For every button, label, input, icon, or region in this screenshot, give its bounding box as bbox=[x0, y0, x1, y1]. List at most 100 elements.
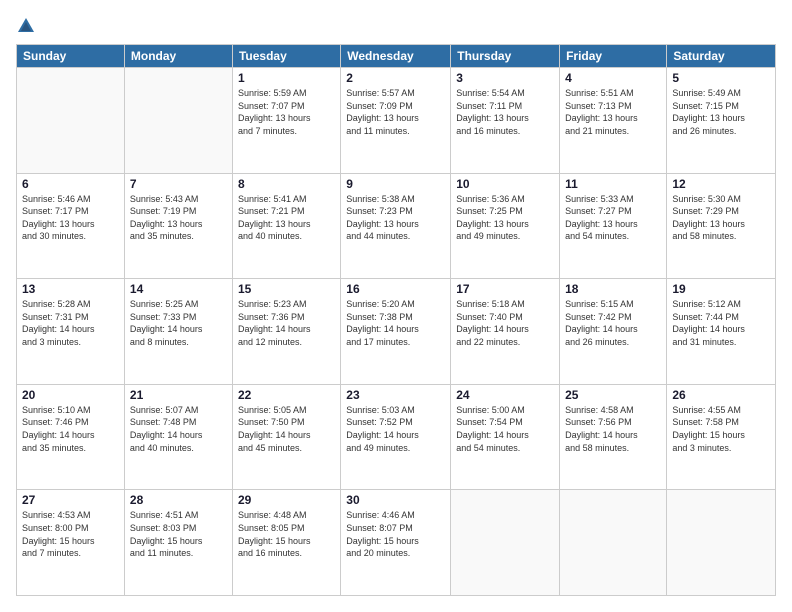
calendar-table: SundayMondayTuesdayWednesdayThursdayFrid… bbox=[16, 44, 776, 596]
day-header-friday: Friday bbox=[560, 45, 667, 68]
day-info: Sunrise: 5:57 AM Sunset: 7:09 PM Dayligh… bbox=[346, 87, 445, 137]
day-number: 18 bbox=[565, 282, 661, 296]
week-row-0: 1 Sunrise: 5:59 AM Sunset: 7:07 PM Daylig… bbox=[17, 68, 776, 174]
calendar-cell: 28 Sunrise: 4:51 AM Sunset: 8:03 PM Dayli… bbox=[124, 490, 232, 596]
day-number: 21 bbox=[130, 388, 227, 402]
day-header-thursday: Thursday bbox=[451, 45, 560, 68]
header-row: SundayMondayTuesdayWednesdayThursdayFrid… bbox=[17, 45, 776, 68]
day-info: Sunrise: 5:41 AM Sunset: 7:21 PM Dayligh… bbox=[238, 193, 335, 243]
week-row-3: 20Sunrise: 5:10 AM Sunset: 7:46 PM Dayli… bbox=[17, 384, 776, 490]
day-info: Sunrise: 5:28 AM Sunset: 7:31 PM Dayligh… bbox=[22, 298, 119, 348]
day-number: 16 bbox=[346, 282, 445, 296]
calendar-cell bbox=[124, 68, 232, 174]
day-info: Sunrise: 4:55 AM Sunset: 7:58 PM Dayligh… bbox=[672, 404, 770, 454]
calendar-cell: 19 Sunrise: 5:12 AM Sunset: 7:44 PM Dayli… bbox=[667, 279, 776, 385]
day-info: Sunrise: 5:36 AM Sunset: 7:25 PM Dayligh… bbox=[456, 193, 554, 243]
calendar-cell: 23 Sunrise: 5:03 AM Sunset: 7:52 PM Dayli… bbox=[341, 384, 451, 490]
week-row-2: 13 Sunrise: 5:28 AM Sunset: 7:31 PM Dayli… bbox=[17, 279, 776, 385]
day-info: Sunrise: 5:15 AM Sunset: 7:42 PM Dayligh… bbox=[565, 298, 661, 348]
day-number: 17 bbox=[456, 282, 554, 296]
calendar-cell: 18 Sunrise: 5:15 AM Sunset: 7:42 PM Dayli… bbox=[560, 279, 667, 385]
calendar-cell: 12Sunrise: 5:30 AM Sunset: 7:29 PM Dayli… bbox=[667, 173, 776, 279]
calendar-cell: 13 Sunrise: 5:28 AM Sunset: 7:31 PM Dayli… bbox=[17, 279, 125, 385]
day-info: Sunrise: 5:43 AM Sunset: 7:19 PM Dayligh… bbox=[130, 193, 227, 243]
day-info: Sunrise: 5:20 AM Sunset: 7:38 PM Dayligh… bbox=[346, 298, 445, 348]
day-number: 4 bbox=[565, 71, 661, 85]
header bbox=[16, 16, 776, 36]
day-number: 22 bbox=[238, 388, 335, 402]
day-number: 5 bbox=[672, 71, 770, 85]
day-info: Sunrise: 5:33 AM Sunset: 7:27 PM Dayligh… bbox=[565, 193, 661, 243]
calendar-cell: 1 Sunrise: 5:59 AM Sunset: 7:07 PM Daylig… bbox=[232, 68, 340, 174]
day-info: Sunrise: 5:12 AM Sunset: 7:44 PM Dayligh… bbox=[672, 298, 770, 348]
calendar-cell: 11 Sunrise: 5:33 AM Sunset: 7:27 PM Dayli… bbox=[560, 173, 667, 279]
calendar-cell: 25 Sunrise: 4:58 AM Sunset: 7:56 PM Dayli… bbox=[560, 384, 667, 490]
calendar-cell bbox=[560, 490, 667, 596]
logo bbox=[16, 16, 40, 36]
day-header-tuesday: Tuesday bbox=[232, 45, 340, 68]
day-info: Sunrise: 5:18 AM Sunset: 7:40 PM Dayligh… bbox=[456, 298, 554, 348]
day-info: Sunrise: 5:38 AM Sunset: 7:23 PM Dayligh… bbox=[346, 193, 445, 243]
day-header-sunday: Sunday bbox=[17, 45, 125, 68]
week-row-1: 6 Sunrise: 5:46 AM Sunset: 7:17 PM Daylig… bbox=[17, 173, 776, 279]
day-info: Sunrise: 4:53 AM Sunset: 8:00 PM Dayligh… bbox=[22, 509, 119, 559]
day-number: 7 bbox=[130, 177, 227, 191]
calendar-cell: 26 Sunrise: 4:55 AM Sunset: 7:58 PM Dayli… bbox=[667, 384, 776, 490]
day-info: Sunrise: 4:51 AM Sunset: 8:03 PM Dayligh… bbox=[130, 509, 227, 559]
calendar-cell: 6 Sunrise: 5:46 AM Sunset: 7:17 PM Daylig… bbox=[17, 173, 125, 279]
day-number: 8 bbox=[238, 177, 335, 191]
day-number: 19 bbox=[672, 282, 770, 296]
day-number: 23 bbox=[346, 388, 445, 402]
day-info: Sunrise: 5:54 AM Sunset: 7:11 PM Dayligh… bbox=[456, 87, 554, 137]
calendar-cell: 17 Sunrise: 5:18 AM Sunset: 7:40 PM Dayli… bbox=[451, 279, 560, 385]
day-number: 13 bbox=[22, 282, 119, 296]
calendar-cell: 4Sunrise: 5:51 AM Sunset: 7:13 PM Daylig… bbox=[560, 68, 667, 174]
logo-icon bbox=[16, 16, 36, 36]
day-info: Sunrise: 5:00 AM Sunset: 7:54 PM Dayligh… bbox=[456, 404, 554, 454]
day-info: Sunrise: 4:48 AM Sunset: 8:05 PM Dayligh… bbox=[238, 509, 335, 559]
week-row-4: 27 Sunrise: 4:53 AM Sunset: 8:00 PM Dayli… bbox=[17, 490, 776, 596]
calendar-cell: 5 Sunrise: 5:49 AM Sunset: 7:15 PM Daylig… bbox=[667, 68, 776, 174]
calendar-cell: 21 Sunrise: 5:07 AM Sunset: 7:48 PM Dayli… bbox=[124, 384, 232, 490]
calendar-cell bbox=[17, 68, 125, 174]
calendar-cell bbox=[667, 490, 776, 596]
day-number: 6 bbox=[22, 177, 119, 191]
day-info: Sunrise: 5:07 AM Sunset: 7:48 PM Dayligh… bbox=[130, 404, 227, 454]
day-header-wednesday: Wednesday bbox=[341, 45, 451, 68]
calendar-cell: 15Sunrise: 5:23 AM Sunset: 7:36 PM Dayli… bbox=[232, 279, 340, 385]
page: SundayMondayTuesdayWednesdayThursdayFrid… bbox=[0, 0, 792, 612]
calendar-cell: 24Sunrise: 5:00 AM Sunset: 7:54 PM Dayli… bbox=[451, 384, 560, 490]
day-info: Sunrise: 5:59 AM Sunset: 7:07 PM Dayligh… bbox=[238, 87, 335, 137]
calendar-cell: 10 Sunrise: 5:36 AM Sunset: 7:25 PM Dayli… bbox=[451, 173, 560, 279]
day-info: Sunrise: 5:03 AM Sunset: 7:52 PM Dayligh… bbox=[346, 404, 445, 454]
day-number: 30 bbox=[346, 493, 445, 507]
calendar-cell: 2 Sunrise: 5:57 AM Sunset: 7:09 PM Daylig… bbox=[341, 68, 451, 174]
day-number: 9 bbox=[346, 177, 445, 191]
day-number: 12 bbox=[672, 177, 770, 191]
day-info: Sunrise: 5:23 AM Sunset: 7:36 PM Dayligh… bbox=[238, 298, 335, 348]
day-number: 29 bbox=[238, 493, 335, 507]
day-info: Sunrise: 5:25 AM Sunset: 7:33 PM Dayligh… bbox=[130, 298, 227, 348]
day-info: Sunrise: 5:49 AM Sunset: 7:15 PM Dayligh… bbox=[672, 87, 770, 137]
calendar-cell: 20Sunrise: 5:10 AM Sunset: 7:46 PM Dayli… bbox=[17, 384, 125, 490]
day-number: 25 bbox=[565, 388, 661, 402]
day-number: 28 bbox=[130, 493, 227, 507]
calendar-cell: 27 Sunrise: 4:53 AM Sunset: 8:00 PM Dayli… bbox=[17, 490, 125, 596]
day-number: 26 bbox=[672, 388, 770, 402]
day-number: 27 bbox=[22, 493, 119, 507]
calendar-cell bbox=[451, 490, 560, 596]
day-number: 3 bbox=[456, 71, 554, 85]
day-number: 20 bbox=[22, 388, 119, 402]
day-info: Sunrise: 4:58 AM Sunset: 7:56 PM Dayligh… bbox=[565, 404, 661, 454]
calendar-cell: 30Sunrise: 4:46 AM Sunset: 8:07 PM Dayli… bbox=[341, 490, 451, 596]
day-info: Sunrise: 5:46 AM Sunset: 7:17 PM Dayligh… bbox=[22, 193, 119, 243]
day-number: 1 bbox=[238, 71, 335, 85]
calendar-cell: 16 Sunrise: 5:20 AM Sunset: 7:38 PM Dayli… bbox=[341, 279, 451, 385]
day-header-saturday: Saturday bbox=[667, 45, 776, 68]
calendar-cell: 8 Sunrise: 5:41 AM Sunset: 7:21 PM Daylig… bbox=[232, 173, 340, 279]
calendar-cell: 3 Sunrise: 5:54 AM Sunset: 7:11 PM Daylig… bbox=[451, 68, 560, 174]
day-header-monday: Monday bbox=[124, 45, 232, 68]
day-number: 2 bbox=[346, 71, 445, 85]
day-number: 11 bbox=[565, 177, 661, 191]
day-number: 10 bbox=[456, 177, 554, 191]
